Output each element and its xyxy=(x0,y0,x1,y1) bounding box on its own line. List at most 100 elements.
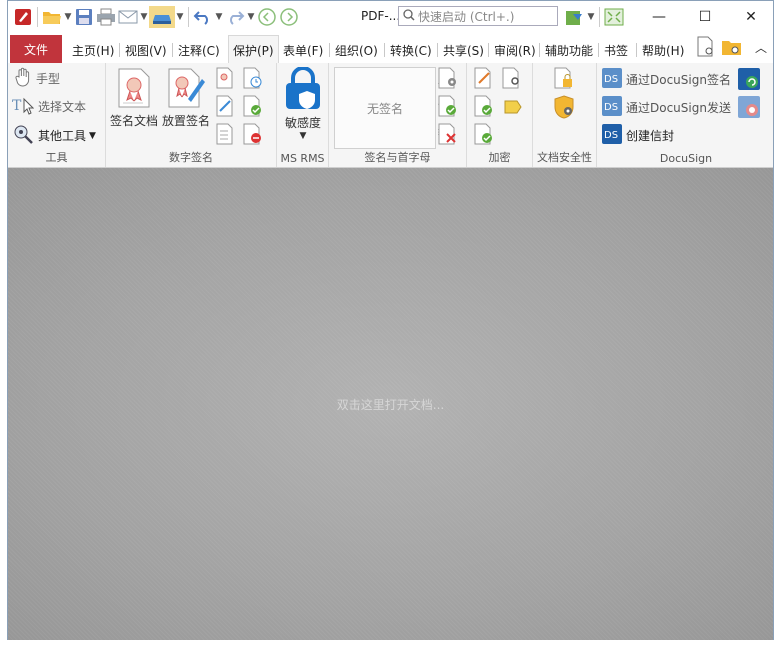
signature-remove-icon[interactable] xyxy=(437,123,459,145)
tab-help[interactable]: 帮助(H) xyxy=(642,37,684,63)
fullscreen-icon[interactable] xyxy=(603,6,625,28)
other-tools-button[interactable]: 其他工具 ▼ xyxy=(12,123,96,148)
group-digital-signature: 签名文档 放置签名 数字签名 xyxy=(106,63,277,167)
security-shield-icon[interactable] xyxy=(553,95,575,119)
sign-document-button[interactable]: 签名文档 xyxy=(108,67,160,129)
signature-settings-icon[interactable] xyxy=(437,67,459,89)
extra-toolbar: ▼ xyxy=(564,5,625,29)
group-label-sign-initials: 签名与首字母 xyxy=(364,151,431,164)
docusign-create-envelope-button[interactable]: DS 创建信封 xyxy=(601,123,674,148)
tab-protect[interactable]: 保护(P) xyxy=(228,35,279,64)
document-find-icon[interactable] xyxy=(695,36,717,58)
file-menu-button[interactable]: 文件 xyxy=(10,35,62,63)
svg-text:DS: DS xyxy=(604,74,618,85)
sensitivity-lock-icon xyxy=(281,66,325,114)
edit-signature-icon[interactable] xyxy=(214,95,236,117)
group-label-doc-security: 文档安全性 xyxy=(537,151,592,164)
chevron-down-icon[interactable]: ▼ xyxy=(246,12,256,22)
open-document-hint: 双击这里打开文档... xyxy=(336,398,445,412)
docusign-envelope-icon: DS xyxy=(601,123,623,148)
svg-text:DS: DS xyxy=(604,102,618,113)
tab-convert[interactable]: 转换(C) xyxy=(390,37,432,63)
sensitivity-button[interactable]: 敏感度 ▼ xyxy=(277,66,329,141)
place-signature-button[interactable]: 放置签名 xyxy=(160,67,212,129)
print-icon[interactable] xyxy=(95,6,117,28)
minimize-button[interactable]: — xyxy=(636,1,682,33)
title-bar: ▼ ▼ ▼ ▼ ▼ PDF-... 快速启动 (Ctrl+.) ▼ — ☐ ✕ xyxy=(8,1,773,33)
tab-review[interactable]: 审阅(R) xyxy=(494,37,536,63)
docusign-sign-button[interactable]: DS 通过DocuSign签名 xyxy=(601,67,731,92)
encrypt-check-icon[interactable] xyxy=(473,95,495,117)
menu-bar: 文件 主页(H) 视图(V) 注释(C) 保护(P) 表单(F) 组织(O) 转… xyxy=(8,33,773,64)
hand-tool-label: 手型 xyxy=(36,72,61,86)
quick-access-toolbar: ▼ ▼ ▼ ▼ ▼ xyxy=(12,5,300,29)
signature-list-icon[interactable] xyxy=(214,123,236,145)
chevron-down-icon[interactable]: ▼ xyxy=(139,12,149,22)
folder-search-icon[interactable] xyxy=(721,36,743,58)
encrypt-tag-icon[interactable] xyxy=(501,95,523,117)
search-icon xyxy=(403,8,415,24)
chevron-down-icon[interactable]: ▼ xyxy=(586,12,596,22)
redo-icon[interactable] xyxy=(224,6,246,28)
clear-signature-icon[interactable] xyxy=(242,123,264,145)
docusign-send-icon: DS xyxy=(601,95,623,120)
ribbon: 手型 T 选择文本 其他工具 ▼ 工具 签名文档 放置签名 数字签名 敏感度 ▼… xyxy=(8,63,773,168)
group-label-docusign: DocuSign xyxy=(659,152,713,165)
validate-signature-icon[interactable] xyxy=(242,95,264,117)
tab-view[interactable]: 视图(V) xyxy=(125,37,167,63)
docusign-sign-label: 通过DocuSign签名 xyxy=(626,73,731,87)
signature-gallery[interactable]: 无签名 xyxy=(334,67,436,149)
group-tools: 手型 T 选择文本 其他工具 ▼ 工具 xyxy=(8,63,106,167)
email-icon[interactable] xyxy=(117,6,139,28)
tab-accessibility[interactable]: 辅助功能 xyxy=(545,37,593,63)
tab-comment[interactable]: 注释(C) xyxy=(178,37,220,63)
scan-icon[interactable] xyxy=(149,6,175,28)
group-doc-security: 文档安全性 xyxy=(533,63,597,167)
maximize-button[interactable]: ☐ xyxy=(682,1,728,33)
encrypt-edit-icon[interactable] xyxy=(473,67,495,89)
timestamp-icon[interactable] xyxy=(242,67,264,89)
group-label-ms-rms: MS RMS xyxy=(280,152,325,165)
signature-doc-icon[interactable] xyxy=(214,67,236,89)
doc-lock-icon[interactable] xyxy=(553,67,575,89)
quick-launch-search[interactable]: 快速启动 (Ctrl+.) xyxy=(398,6,558,26)
docusign-refresh-icon[interactable] xyxy=(737,67,760,90)
collapse-ribbon-icon[interactable]: ︿ xyxy=(755,39,767,56)
zoom-gear-icon xyxy=(12,123,34,148)
open-folder-icon[interactable] xyxy=(41,6,63,28)
undo-icon[interactable] xyxy=(192,6,214,28)
group-ms-rms: 敏感度 ▼ MS RMS xyxy=(277,63,329,167)
group-label-encrypt: 加密 xyxy=(488,151,511,164)
chevron-down-icon: ▼ xyxy=(89,130,96,141)
docusign-sign-icon: DS xyxy=(601,67,623,92)
select-text-icon: T xyxy=(12,95,35,118)
docusign-send-button[interactable]: DS 通过DocuSign发送 xyxy=(601,95,731,120)
chevron-down-icon[interactable]: ▼ xyxy=(214,12,224,22)
tab-organize[interactable]: 组织(O) xyxy=(335,37,378,63)
tab-home[interactable]: 主页(H) xyxy=(72,37,114,63)
app-logo-icon[interactable] xyxy=(12,6,34,28)
forward-icon[interactable] xyxy=(278,6,300,28)
document-area[interactable]: 双击这里打开文档... xyxy=(8,168,773,640)
customize-icon[interactable] xyxy=(564,6,586,28)
tab-share[interactable]: 共享(S) xyxy=(443,37,484,63)
encrypt-verify-icon[interactable] xyxy=(473,123,495,145)
hand-tool[interactable]: 手型 xyxy=(14,67,60,90)
tab-form[interactable]: 表单(F) xyxy=(283,37,323,63)
sign-document-icon xyxy=(116,67,152,112)
docusign-status-icon[interactable] xyxy=(737,95,760,118)
chevron-down-icon[interactable]: ▼ xyxy=(63,12,73,22)
chevron-down-icon[interactable]: ▼ xyxy=(175,12,185,22)
select-text-label: 选择文本 xyxy=(38,100,87,114)
encrypt-find-icon[interactable] xyxy=(501,67,523,89)
docusign-send-label: 通过DocuSign发送 xyxy=(626,101,731,115)
group-docusign: DS 通过DocuSign签名 DS 通过DocuSign发送 DS 创建信封 … xyxy=(597,63,775,167)
close-button[interactable]: ✕ xyxy=(728,1,774,33)
select-text-tool[interactable]: T 选择文本 xyxy=(12,95,86,118)
signature-approve-icon[interactable] xyxy=(437,95,459,117)
search-placeholder: 快速启动 (Ctrl+.) xyxy=(418,9,515,24)
save-icon[interactable] xyxy=(73,6,95,28)
tab-bookmarks[interactable]: 书签 xyxy=(604,37,628,63)
back-icon[interactable] xyxy=(256,6,278,28)
place-signature-label: 放置签名 xyxy=(161,114,210,128)
